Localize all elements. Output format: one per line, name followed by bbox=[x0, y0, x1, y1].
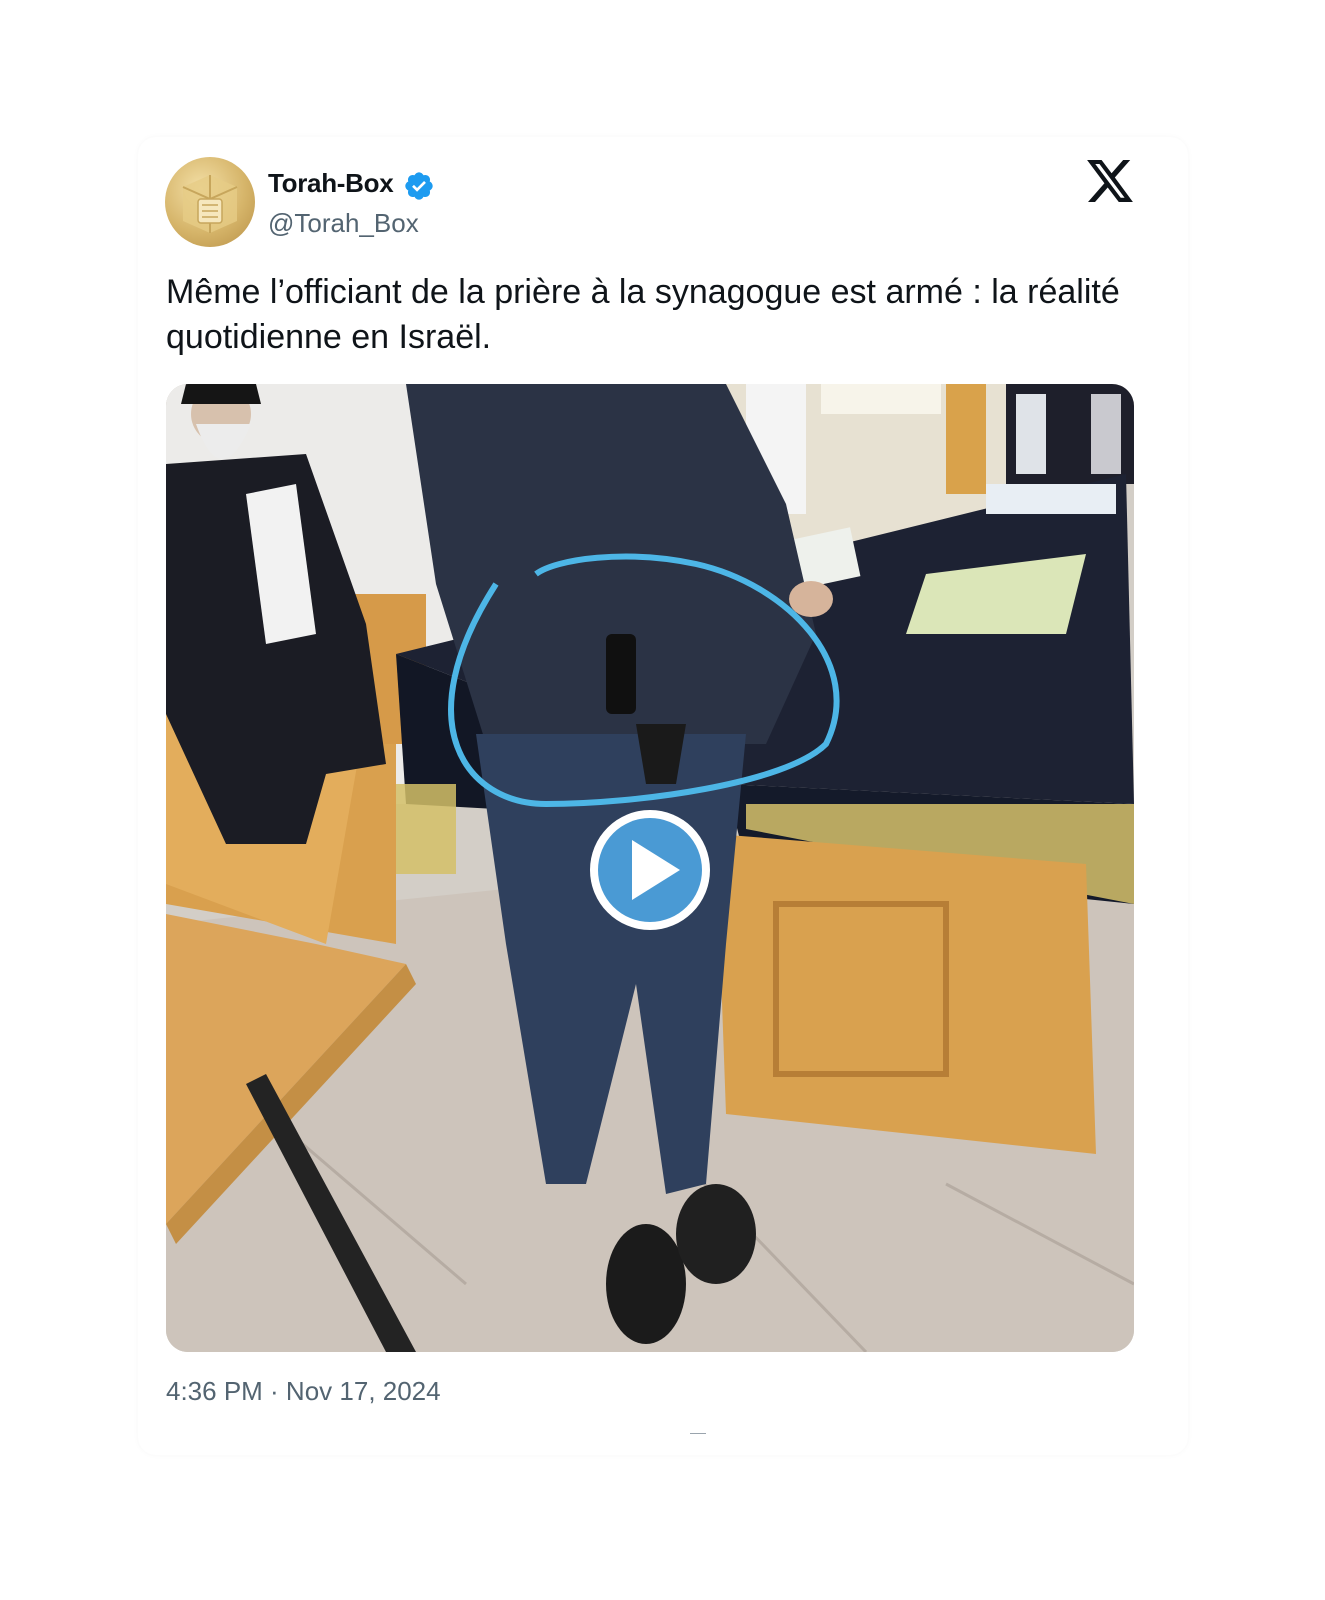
divider bbox=[690, 1433, 706, 1434]
torah-box-logo bbox=[182, 175, 238, 233]
author-display-name[interactable]: Torah-Box bbox=[268, 168, 394, 199]
verified-badge-icon bbox=[405, 172, 433, 200]
video-thumbnail[interactable] bbox=[166, 384, 1134, 1352]
synagogue-scene-image bbox=[166, 384, 1134, 1352]
author-handle[interactable]: @Torah_Box bbox=[268, 208, 419, 239]
tweet-text: Même l’officiant de la prière à la synag… bbox=[166, 273, 1120, 356]
tweet-timestamp[interactable]: 4:36 PM · Nov 17, 2024 bbox=[166, 1376, 441, 1407]
x-logo-icon[interactable] bbox=[1087, 160, 1133, 202]
play-icon[interactable] bbox=[590, 810, 710, 930]
author-avatar[interactable] bbox=[165, 157, 255, 247]
